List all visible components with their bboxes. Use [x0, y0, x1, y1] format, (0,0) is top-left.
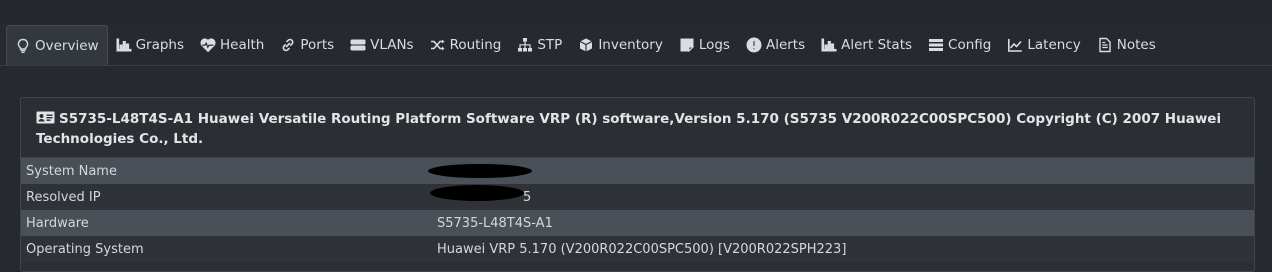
sitemap-icon [517, 37, 533, 53]
heartbeat-icon [200, 37, 216, 53]
tab-label: Routing [449, 37, 502, 53]
tab-health[interactable]: Health [192, 25, 272, 65]
tab-alert-stats[interactable]: Alert Stats [813, 25, 920, 65]
redaction-mark [430, 184, 524, 201]
tab-latency[interactable]: Latency [999, 25, 1088, 65]
id-card-icon [36, 111, 55, 124]
tab-label: Notes [1116, 37, 1156, 53]
overview-row-operating-system: Operating System Huawei VRP 5.170 (V200R… [21, 236, 1254, 262]
bar-chart-icon [116, 37, 132, 53]
tab-notes[interactable]: Notes [1089, 25, 1164, 65]
shuffle-icon [430, 37, 446, 53]
row-key: Hardware [26, 215, 89, 231]
tab-label: Graphs [135, 37, 185, 53]
overview-row-system-name: System Name [21, 158, 1254, 184]
row-key: System Name [26, 163, 117, 179]
tab-label: VLANs [370, 37, 414, 53]
tab-label: Alerts [765, 37, 806, 53]
tab-logs[interactable]: Logs [671, 25, 738, 65]
tab-stp[interactable]: STP [509, 25, 570, 65]
file-text-icon [1097, 37, 1113, 53]
top-strip [0, 0, 1272, 24]
sticky-note-icon [679, 37, 695, 53]
line-chart-icon [1007, 37, 1023, 53]
tab-underline [0, 65, 1272, 66]
tab-label: Latency [1027, 37, 1081, 53]
tab-ports[interactable]: Ports [272, 25, 342, 65]
tab-label: Health [220, 37, 265, 53]
overview-panel: S5735-L48T4S-A1 Huawei Versatile Routing… [20, 97, 1255, 272]
tab-config[interactable]: Config [920, 25, 999, 65]
row-value: Huawei VRP 5.170 (V200R022C00SPC500) [V2… [437, 241, 847, 257]
device-description: S5735-L48T4S-A1 Huawei Versatile Routing… [36, 111, 1222, 147]
tab-label: Ports [300, 37, 335, 53]
tab-label: STP [537, 37, 563, 53]
tab-routing[interactable]: Routing [422, 25, 510, 65]
server-icon [350, 37, 366, 53]
tab-inventory[interactable]: Inventory [570, 25, 670, 65]
row-key: Resolved IP [26, 189, 101, 205]
tab-label: Overview [35, 38, 99, 54]
tab-label: Alert Stats [841, 37, 913, 53]
tab-label: Inventory [598, 37, 663, 53]
tab-alerts[interactable]: Alerts [738, 25, 813, 65]
cube-icon [578, 37, 594, 53]
tab-label: Config [948, 37, 992, 53]
device-tabs: Overview Graphs Health Ports VLANs Routi… [6, 25, 1164, 66]
tab-vlans[interactable]: VLANs [342, 25, 421, 65]
panel-header: S5735-L48T4S-A1 Huawei Versatile Routing… [21, 98, 1254, 158]
list-icon [928, 37, 944, 53]
link-icon [280, 37, 296, 53]
row-value: 5 [430, 184, 531, 205]
overview-row-hardware: Hardware S5735-L48T4S-A1 [21, 210, 1254, 236]
row-key: Operating System [26, 241, 144, 257]
bar-chart-icon [821, 37, 837, 53]
lightbulb-icon [15, 38, 31, 54]
tab-graphs[interactable]: Graphs [108, 25, 192, 65]
overview-row-resolved-ip: Resolved IP 5 [21, 184, 1254, 210]
tab-overview[interactable]: Overview [6, 25, 108, 66]
exclamation-circle-icon [746, 37, 762, 53]
row-value: S5735-L48T4S-A1 [437, 215, 553, 231]
redaction-mark [428, 164, 532, 178]
tab-label: Logs [698, 37, 730, 53]
